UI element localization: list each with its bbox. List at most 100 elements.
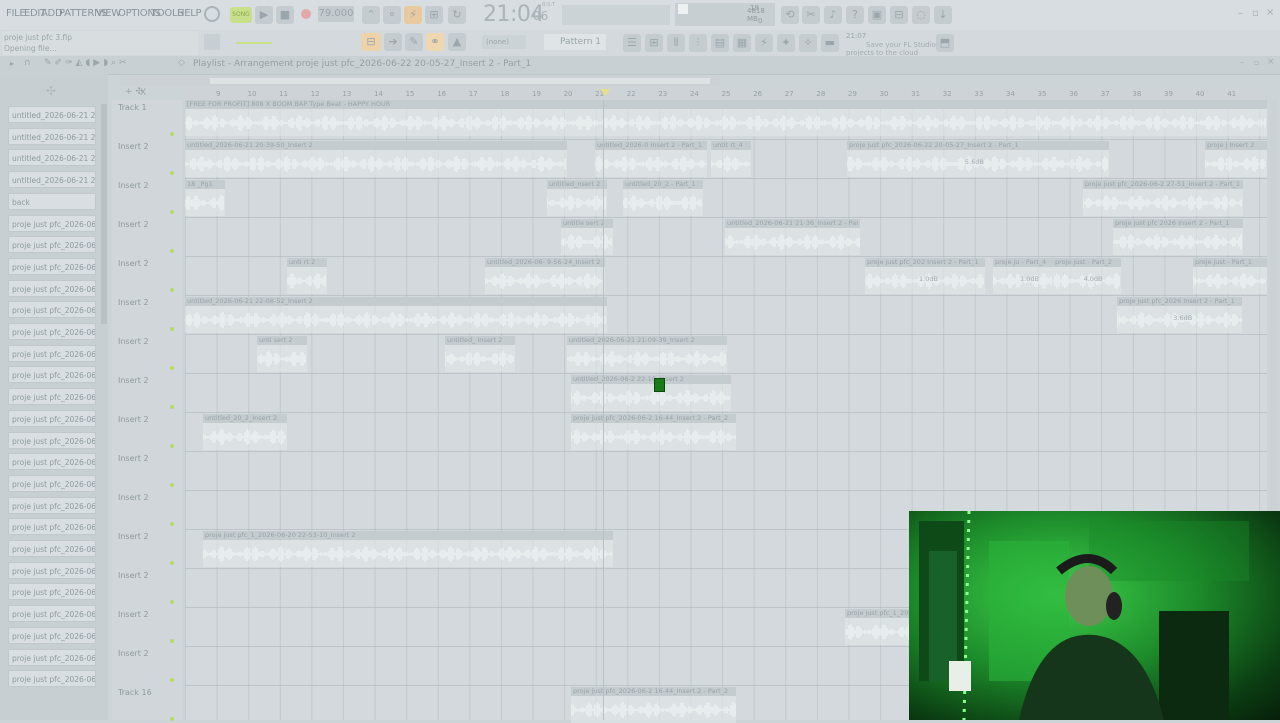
audio-clip[interactable]: untitled_ Insert 2 — [445, 336, 515, 372]
browser-item[interactable]: back — [8, 192, 96, 210]
audio-clip[interactable]: untitled_20_2 - Part_1 — [623, 180, 703, 216]
pattern-selector[interactable]: Pattern 1 — [544, 34, 606, 50]
track-label[interactable]: Insert 2 — [118, 454, 149, 463]
browser-item[interactable]: proje just pfc_2026-06-2 — [8, 366, 96, 384]
track-active-led[interactable] — [170, 678, 174, 682]
browser-item[interactable]: proje just pfc_2026-06-2 — [8, 540, 96, 557]
plug-icon[interactable]: ⚡ — [755, 34, 773, 52]
song-mode-toggle[interactable]: SONG — [230, 7, 252, 23]
audio-clip[interactable]: 18 _Pg1 — [185, 180, 225, 216]
browser-item[interactable]: proje just pfc_2026-06-2 — [8, 236, 96, 254]
audio-clip[interactable]: untit rt_4 — [711, 141, 751, 177]
track-active-led[interactable] — [170, 249, 174, 253]
play-icon[interactable]: ▶ — [255, 6, 273, 24]
audio-clip[interactable]: proje just pfc_202 Insert 2 - Part_1 1.0d… — [865, 258, 985, 294]
track-label[interactable]: Insert 2 — [118, 376, 149, 385]
audio-clip[interactable]: untitled_2026-06-21 22-08-52_Insert 2 — [185, 297, 607, 333]
track-active-led[interactable] — [170, 327, 174, 331]
audio-clip[interactable]: unti sert 2 — [257, 336, 307, 372]
browser-item[interactable]: proje just pfc_2026-06-2 — [8, 323, 96, 340]
playlist-menu-arrow[interactable]: ▸ — [10, 59, 14, 68]
menu-help[interactable]: HELP — [177, 8, 202, 19]
mixer-icon[interactable]: ⫶ — [689, 34, 707, 52]
track-label[interactable]: Insert 2 — [118, 649, 149, 658]
track-active-led[interactable] — [170, 132, 174, 136]
audio-clip[interactable]: proje just pfc_1_2026-06-20 22-53-10_Ins… — [203, 531, 613, 567]
track-active-led[interactable] — [170, 405, 174, 409]
browser-item[interactable]: proje just pfc_2026-06-2 — [8, 561, 96, 579]
track-label[interactable]: Track 16 — [118, 688, 152, 697]
microphone-icon[interactable]: ♪ — [824, 6, 842, 24]
audio-clip[interactable]: proje just pfc_2026-06-22 20-05-27_Inser… — [847, 141, 1109, 177]
wand-icon[interactable]: ✦ — [777, 34, 795, 52]
track-label[interactable]: Insert 2 — [118, 337, 149, 346]
track-active-led[interactable] — [170, 483, 174, 487]
track-active-led[interactable] — [170, 639, 174, 643]
channel-rack-icon[interactable]: ⫴ — [667, 34, 685, 52]
pencil-icon[interactable]: ✎ — [405, 33, 423, 51]
audio-clip[interactable]: proje just pfc_2026-06-2 27-51_Insert 2 … — [1083, 180, 1243, 216]
audio-clip[interactable]: proje just pfc_1_2026-06 — [845, 609, 915, 645]
timeline-ruler[interactable]: 9 10 11 12 13 14 15 16 17 18 19 20 21 22 23 24 25 26 27 28 2… — [185, 88, 1267, 100]
browser-item[interactable]: proje just pfc_2026-06-2 — [8, 474, 96, 492]
browser-item[interactable]: untitled_2026-06-21 21- — [8, 149, 96, 167]
magnet-icon[interactable]: ∩ — [24, 58, 31, 68]
audio-clip[interactable]: [FREE FOR PROFIT] 808 X BOOM BAP Type Be… — [185, 100, 1267, 136]
stamp-icon[interactable]: ▲ — [448, 33, 466, 51]
track-active-led[interactable] — [170, 171, 174, 175]
save-icon[interactable]: ▣ — [868, 6, 886, 24]
hint-knob[interactable] — [204, 6, 220, 22]
browser-item[interactable]: proje just pfc_2026-06-2 — [8, 301, 96, 319]
snap-icon[interactable]: ⊟ — [361, 33, 381, 51]
browser-item[interactable]: proje just pfc_2026-06-2 — [8, 257, 96, 275]
record-icon[interactable] — [301, 9, 311, 19]
audio-clip[interactable]: proje ju - Part_4 1.0dB — [993, 258, 1053, 294]
track-active-led[interactable] — [170, 600, 174, 604]
audio-clip[interactable]: untitled_2026-0 Insert 2 - Part_1 — [595, 141, 707, 177]
audio-clip[interactable]: proje just pfc_2026-06-2 16-44_Insert 2 … — [571, 687, 736, 723]
audio-clip[interactable]: untitled_2026-06-2 22-10_Insert 2 — [571, 375, 731, 411]
minimize-icon[interactable]: – — [1238, 8, 1243, 19]
browser-icon[interactable]: ▤ — [711, 34, 729, 52]
audio-clip[interactable]: untitled_2026-06-21 20-39-50_Insert 2 — [185, 141, 567, 177]
browser-item[interactable]: proje just pfc_2026-06-2 — [8, 648, 96, 666]
playlist-tool-icons[interactable]: ✎✐✑◭◖▶◗⌕✂ — [44, 58, 130, 68]
track-label[interactable]: Insert 2 — [118, 142, 149, 151]
cart-icon[interactable]: ✧ — [799, 34, 817, 52]
track-active-led[interactable] — [170, 210, 174, 214]
link-icon[interactable]: ⚭ — [426, 33, 444, 51]
audio-clip[interactable]: untitled_2026-06- 9-56-24_Insert 2 — [485, 258, 605, 294]
stop-icon[interactable]: ■ — [276, 6, 294, 24]
horizontal-scroll-thumb[interactable] — [210, 78, 710, 84]
cloud-icon[interactable]: ⬒ — [936, 34, 954, 52]
arrow-icon[interactable]: ➔ — [384, 33, 402, 51]
audio-clip[interactable]: untitle sert 2 — [561, 219, 613, 255]
browser-item[interactable]: proje just pfc_2026-06-2 — [8, 518, 96, 536]
browser-item[interactable]: proje just pfc_2026-06-2 — [8, 453, 96, 471]
audio-clip[interactable]: unti rt 2 — [287, 258, 327, 294]
wait-input-icon[interactable]: ⚬ — [383, 6, 401, 24]
playlist-icon[interactable]: ☰ — [623, 34, 641, 52]
audio-clip[interactable]: untitled_2026-06-21 21-09-39_Insert 2 — [567, 336, 727, 372]
browser-item[interactable]: proje just pfc_2026-06-2 — [8, 409, 96, 427]
help-icon[interactable]: ? — [846, 6, 864, 24]
pitch-knob[interactable] — [204, 34, 220, 50]
cloud-save-hint[interactable]: Save your FL Studio projects to the clou… — [846, 41, 936, 57]
chat-icon[interactable]: ◌ — [912, 6, 930, 24]
piano-roll-icon[interactable]: ⊞ — [645, 34, 663, 52]
browser-item[interactable]: proje just pfc_2026-06-2 — [8, 670, 96, 688]
master-pitch-slider[interactable] — [236, 42, 272, 44]
browser-item[interactable]: proje just pfc_2026-06-2 — [8, 344, 96, 362]
track-active-led[interactable] — [170, 444, 174, 448]
step-edit-icon[interactable]: ⊞ — [425, 6, 443, 24]
audio-clip[interactable]: proje j Insert 2 — [1205, 141, 1267, 177]
track-active-led[interactable] — [170, 561, 174, 565]
audio-clip[interactable]: proje just pfc_2026 Insert 2 - Part_1 3.6… — [1117, 297, 1242, 333]
audio-clip[interactable]: untitled_nsert 2 — [547, 180, 607, 216]
playlist-maximize-icon[interactable]: ▫ — [1254, 58, 1259, 67]
arrow-left-icon[interactable]: ◇ — [178, 58, 185, 68]
track-active-led[interactable] — [170, 717, 174, 721]
audio-clip[interactable]: untitled_2026-06-21 21-36_Insert 2 - Par… — [725, 219, 860, 255]
browser-item[interactable]: proje just pfc_2026-06-2 — [8, 388, 96, 406]
playlist-minimize-icon[interactable]: – — [1240, 58, 1244, 67]
